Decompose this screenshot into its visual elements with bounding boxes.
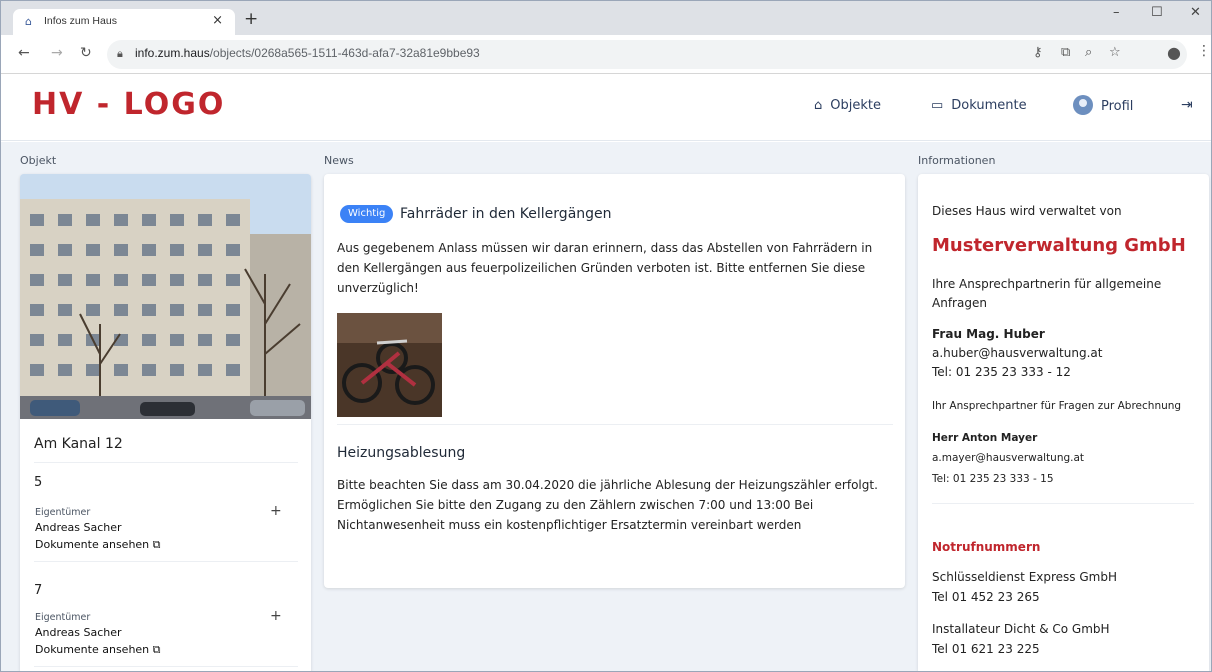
add-owner-button[interactable]: +: [270, 503, 282, 519]
house-favicon-icon: ⌂: [25, 15, 32, 28]
window-close-button[interactable]: ✕: [1190, 5, 1201, 20]
news-body-line: Aus gegebenem Anlass müssen wir daran er…: [337, 241, 873, 255]
emergency-name: Installateur Dicht & Co GmbH: [932, 622, 1110, 636]
managed-by-text: Dieses Haus wird verwaltet von: [932, 204, 1122, 218]
nav-profil-label: Profil: [1101, 99, 1134, 114]
bicycles-illustration: [337, 313, 442, 417]
owner-label: Eigentümer: [35, 612, 91, 623]
emergency-phone: Tel 01 621 23 225: [932, 642, 1040, 656]
news-body-line: den Kellergängen aus feuerpolizeilichen …: [337, 261, 866, 275]
browser-window: ⌂ Infos zum Haus × + – ☐ ✕ ← → ↻ 🔒︎ info…: [0, 0, 1212, 672]
menu-dots-icon[interactable]: ⋮: [1197, 43, 1211, 59]
nav-profil[interactable]: Profil: [1073, 95, 1133, 115]
home-icon: ⌂: [814, 98, 823, 113]
contact-general-line: Ihre Ansprechpartnerin für allgemeine: [932, 277, 1162, 291]
minimize-button[interactable]: –: [1113, 5, 1120, 20]
unit-number: 7: [34, 583, 43, 598]
emergency-phone: Tel 01 452 23 265: [932, 590, 1040, 604]
contact-email[interactable]: a.mayer@hausverwaltung.at: [932, 452, 1084, 464]
app-header: HV - LOGO ⌂ Objekte ▭ Dokumente Profil ⇥: [1, 74, 1211, 141]
documents-link-label: Dokumente ansehen: [35, 538, 150, 551]
divider: [932, 503, 1194, 504]
add-owner-button[interactable]: +: [270, 608, 282, 624]
contact-name: Frau Mag. Huber: [932, 327, 1045, 341]
key-icon[interactable]: ⚷: [1033, 45, 1043, 60]
browser-tab[interactable]: ⌂ Infos zum Haus ×: [13, 9, 235, 35]
new-tab-button[interactable]: +: [244, 9, 258, 29]
nav-objekte-label: Objekte: [830, 98, 881, 113]
contact-email[interactable]: a.huber@hausverwaltung.at: [932, 346, 1102, 360]
maximize-button[interactable]: ☐: [1151, 5, 1163, 20]
documents-link-label: Dokumente ansehen: [35, 643, 150, 656]
object-address: Am Kanal 12: [34, 436, 123, 452]
news-body: Bitte beachten Sie dass am 30.04.2020 di…: [337, 475, 897, 535]
divider: [34, 561, 298, 562]
back-arrow-icon[interactable]: ←: [18, 45, 30, 61]
divider: [34, 666, 298, 667]
owner-label: Eigentümer: [35, 507, 91, 518]
company-name: Musterverwaltung GmbH: [932, 235, 1186, 256]
documents-link[interactable]: Dokumente ansehen ⧉: [35, 643, 161, 657]
external-link-icon: ⧉: [149, 538, 161, 551]
nav-dokumente[interactable]: ▭ Dokumente: [931, 98, 1027, 113]
tab-title: Infos zum Haus: [44, 15, 117, 27]
url-path: /objects/0268a565-1511-463d-afa7-32a81e9…: [209, 46, 480, 60]
contact-name: Herr Anton Mayer: [932, 432, 1038, 444]
news-body: Aus gegebenem Anlass müssen wir daran er…: [337, 238, 897, 298]
nav-dokumente-label: Dokumente: [951, 98, 1027, 113]
lock-icon[interactable]: 🔒︎: [117, 47, 123, 61]
unit-number: 5: [34, 475, 43, 490]
address-bar[interactable]: 🔒︎ info.zum.haus/objects/0268a565-1511-4…: [107, 40, 1187, 69]
contact-general-text: Ihre Ansprechpartnerin für allgemeine An…: [932, 275, 1161, 313]
divider: [34, 462, 298, 463]
owner-name: Andreas Sacher: [35, 521, 122, 534]
object-card: Am Kanal 12 5 Eigentümer + Andreas Sache…: [20, 174, 311, 671]
emergency-title: Notrufnummern: [932, 540, 1041, 554]
external-link-icon: ⧉: [149, 643, 161, 656]
reload-icon[interactable]: ↻: [80, 45, 92, 61]
bookmark-star-icon[interactable]: ☆: [1109, 45, 1121, 60]
important-badge: Wichtig: [340, 205, 394, 223]
building-photo: [20, 174, 311, 419]
news-title: Heizungsablesung: [337, 445, 466, 461]
section-label-news: News: [324, 154, 354, 167]
avatar: [1073, 95, 1093, 115]
documents-link[interactable]: Dokumente ansehen ⧉: [35, 538, 161, 552]
contact-billing-text: Ihr Ansprechpartner für Fragen zur Abrec…: [932, 400, 1182, 412]
main-content: Objekt News Informationen Am Kanal 12 5 …: [1, 142, 1211, 671]
contact-general-line: Anfragen: [932, 296, 987, 310]
url-text[interactable]: info.zum.haus/objects/0268a565-1511-463d…: [135, 46, 480, 60]
news-body-line: Nichtanwesenheit muss ein kostenpflichti…: [337, 518, 802, 532]
nav-objekte[interactable]: ⌂ Objekte: [814, 98, 881, 113]
news-title: Fahrräder in den Kellergängen: [400, 206, 612, 222]
news-card: Wichtig Fahrräder in den Kellergängen Au…: [324, 174, 905, 588]
emergency-name: Schlüsseldienst Express GmbH: [932, 570, 1117, 584]
forward-arrow-icon[interactable]: →: [51, 45, 63, 61]
info-card: Dieses Haus wird verwaltet von Musterver…: [918, 174, 1209, 671]
bicycles-photo[interactable]: [337, 313, 442, 417]
browser-toolbar: ← → ↻ 🔒︎ info.zum.haus/objects/0268a565-…: [1, 35, 1211, 74]
news-body-line: Bitte beachten Sie dass am 30.04.2020 di…: [337, 478, 878, 492]
divider: [337, 424, 893, 425]
translate-icon[interactable]: ⧉: [1061, 45, 1070, 60]
tab-strip: ⌂ Infos zum Haus × + – ☐ ✕: [1, 1, 1211, 35]
logout-icon[interactable]: ⇥: [1181, 97, 1193, 113]
section-label-info: Informationen: [918, 154, 996, 167]
account-icon[interactable]: ●: [1167, 43, 1181, 62]
news-body-line: Ermöglichen Sie bitte den Zugang zu den …: [337, 498, 814, 512]
owner-name: Andreas Sacher: [35, 626, 122, 639]
logo[interactable]: HV - LOGO: [32, 87, 225, 122]
url-host: info.zum.haus: [135, 46, 210, 60]
close-tab-icon[interactable]: ×: [212, 13, 223, 28]
section-label-objekt: Objekt: [20, 154, 57, 167]
contact-phone: Tel: 01 235 23 333 - 15: [932, 473, 1054, 485]
news-body-line: unverzüglich!: [337, 281, 419, 295]
contact-phone: Tel: 01 235 23 333 - 12: [932, 365, 1071, 379]
zoom-icon[interactable]: ⌕: [1085, 45, 1092, 60]
building-illustration: [20, 174, 311, 419]
archive-icon: ▭: [931, 98, 944, 113]
